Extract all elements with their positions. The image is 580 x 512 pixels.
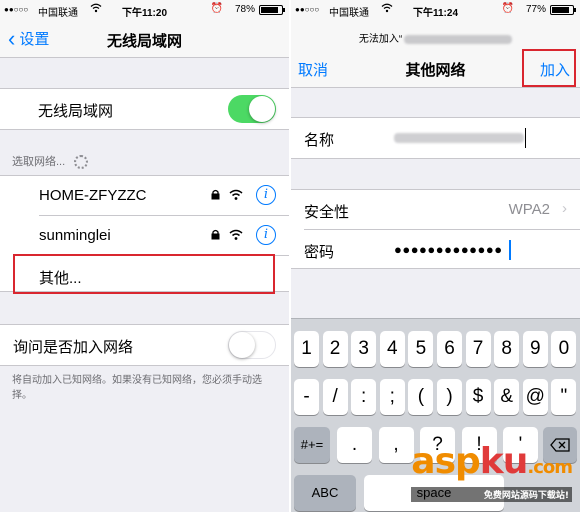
watermark-brand-c: .com bbox=[527, 457, 573, 478]
lock-icon bbox=[211, 189, 220, 203]
key[interactable]: / bbox=[322, 379, 348, 415]
password-row[interactable]: 密码 ●●●●●●●●●●●●● bbox=[291, 230, 580, 270]
battery-percent: 77% bbox=[525, 4, 546, 15]
join-prompt-text: 无法加入“ bbox=[358, 34, 403, 45]
key[interactable]: - bbox=[294, 379, 319, 415]
status-bar: ●●○○○ 中国联通 下午11:20 ⏰ 78% bbox=[0, 0, 289, 20]
chevron-right-icon: › bbox=[562, 200, 567, 217]
ask-join-toggle-switch[interactable] bbox=[228, 331, 276, 359]
security-row[interactable]: 安全性 WPA2 › bbox=[291, 190, 580, 230]
key[interactable]: 4 bbox=[379, 331, 405, 367]
watermark-brand-a: asp bbox=[411, 441, 480, 482]
key[interactable]: ( bbox=[408, 379, 434, 415]
password-label: 密码 bbox=[304, 244, 335, 261]
redacted-network-name bbox=[394, 133, 524, 143]
wifi-settings-screen: ●●○○○ 中国联通 下午11:20 ⏰ 78% ‹ 设置 无线局域网 无线局域… bbox=[0, 0, 289, 512]
key[interactable]: 7 bbox=[465, 331, 491, 367]
watermark-brand: aspku.com bbox=[411, 441, 573, 486]
choose-network-label: 选取网络... bbox=[12, 156, 66, 168]
footnote-text: 将自动加入已知网络。如果没有已知网络，您必须手动选择。 bbox=[12, 375, 262, 401]
security-label: 安全性 bbox=[304, 204, 350, 221]
highlight-box bbox=[13, 254, 275, 294]
status-bar: ●●○○○ 中国联通 下午11:24 ⏰ 77% bbox=[291, 0, 580, 20]
key[interactable]: 1 bbox=[294, 331, 319, 367]
network-name: HOME-ZFYZZC bbox=[39, 187, 147, 204]
battery-icon bbox=[550, 5, 576, 15]
alarm-icon: ⏰ bbox=[501, 3, 514, 14]
key[interactable]: 3 bbox=[351, 331, 377, 367]
abc-key[interactable]: ABC bbox=[294, 475, 356, 511]
network-row[interactable]: sunminglei i bbox=[0, 216, 289, 256]
other-network-screen: ●●○○○ 中国联通 下午11:24 ⏰ 77% 无法加入“ 取消 其他网络 加… bbox=[291, 0, 580, 512]
key[interactable]: " bbox=[551, 379, 577, 415]
text-cursor bbox=[509, 240, 511, 260]
key[interactable]: : bbox=[351, 379, 377, 415]
key[interactable]: 9 bbox=[522, 331, 548, 367]
info-icon[interactable]: i bbox=[256, 185, 276, 205]
wifi-toggle-row: 无线局域网 bbox=[0, 89, 289, 129]
network-row[interactable]: HOME-ZFYZZC i bbox=[0, 176, 289, 216]
ask-join-group: 询问是否加入网络 bbox=[0, 324, 289, 366]
network-name: sunminglei bbox=[39, 227, 111, 244]
watermark-logo: aspku.com 免费网站源码下载站! bbox=[411, 441, 573, 502]
key[interactable]: , bbox=[378, 427, 414, 463]
wifi-signal-icon bbox=[229, 229, 243, 243]
password-input[interactable]: ●●●●●●●●●●●●● bbox=[394, 242, 503, 257]
highlight-box bbox=[522, 49, 576, 87]
key[interactable]: & bbox=[494, 379, 520, 415]
key[interactable]: 8 bbox=[494, 331, 520, 367]
security-group: 安全性 WPA2 › 密码 ●●●●●●●●●●●●● bbox=[291, 189, 580, 269]
ask-join-label: 询问是否加入网络 bbox=[13, 339, 134, 356]
loading-spinner-icon bbox=[74, 155, 89, 170]
choose-network-header: 选取网络... bbox=[12, 153, 89, 170]
wifi-toggle-group: 无线局域网 bbox=[0, 88, 289, 130]
key[interactable]: ; bbox=[379, 379, 405, 415]
key[interactable]: . bbox=[337, 427, 372, 463]
ask-join-row: 询问是否加入网络 bbox=[0, 325, 289, 365]
security-value: WPA2 bbox=[508, 201, 550, 218]
watermark-tagline: 免费网站源码下载站! bbox=[411, 487, 572, 502]
name-field-group: 名称 bbox=[291, 117, 580, 159]
battery-percent: 78% bbox=[234, 4, 255, 15]
symbols-key[interactable]: #+= bbox=[294, 427, 330, 463]
page-title: 无线局域网 bbox=[106, 33, 182, 50]
key[interactable]: 0 bbox=[551, 331, 577, 367]
lock-icon bbox=[211, 229, 220, 243]
name-field-label: 名称 bbox=[304, 132, 335, 149]
alarm-icon: ⏰ bbox=[210, 3, 223, 14]
key[interactable]: 2 bbox=[322, 331, 348, 367]
key[interactable]: 5 bbox=[408, 331, 434, 367]
wifi-toggle-switch[interactable] bbox=[228, 95, 276, 123]
join-prompt: 无法加入“ bbox=[291, 30, 580, 45]
text-cursor bbox=[525, 128, 526, 148]
wifi-signal-icon bbox=[229, 189, 243, 203]
key[interactable]: @ bbox=[522, 379, 548, 415]
redacted-network-name bbox=[404, 34, 513, 44]
navigation-bar: ‹ 设置 无线局域网 bbox=[0, 20, 289, 58]
key[interactable]: $ bbox=[465, 379, 491, 415]
name-field-row[interactable]: 名称 bbox=[291, 118, 580, 158]
key[interactable]: 6 bbox=[437, 331, 462, 367]
watermark-brand-b: ku bbox=[479, 441, 529, 482]
info-icon[interactable]: i bbox=[256, 225, 276, 245]
key[interactable]: ) bbox=[437, 379, 462, 415]
wifi-toggle-label: 无线局域网 bbox=[38, 103, 114, 120]
battery-icon bbox=[259, 5, 285, 15]
